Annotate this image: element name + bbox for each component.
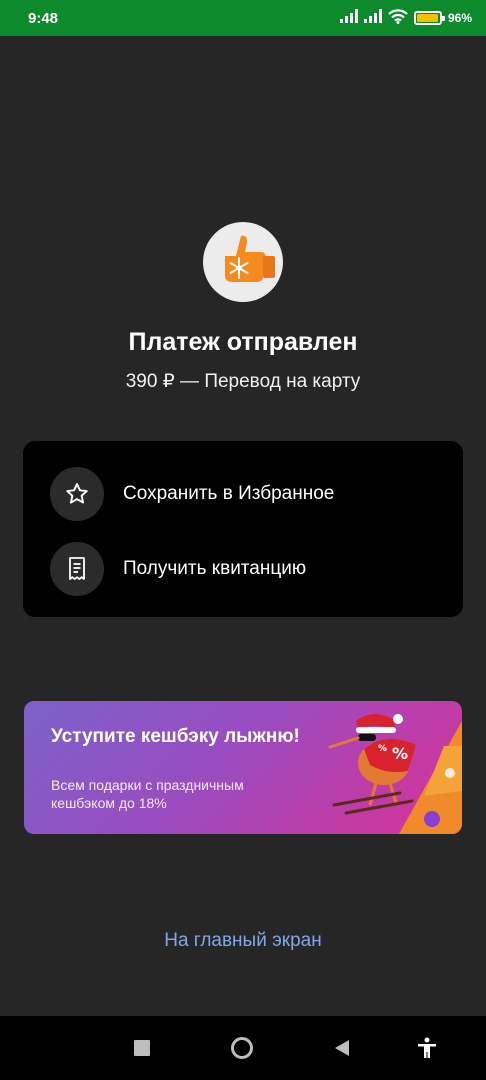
star-icon xyxy=(50,467,104,521)
promo-banner[interactable]: Уступите кешбэку лыжню! Всем подарки с п… xyxy=(24,701,462,834)
battery-percent-sign: % xyxy=(461,11,472,25)
thumbs-up-mitten-icon xyxy=(203,222,283,302)
back-triangle-icon[interactable] xyxy=(330,1036,354,1060)
page-title: Платеж отправлен xyxy=(128,328,358,356)
recents-square-icon[interactable] xyxy=(130,1036,154,1060)
home-circle-icon[interactable] xyxy=(230,1036,254,1060)
status-icons: 96% xyxy=(339,8,472,28)
skiing-bird-illustration: % % xyxy=(328,714,462,834)
battery-icon xyxy=(413,11,445,25)
accessibility-icon[interactable] xyxy=(415,1036,439,1060)
system-navigation-bar xyxy=(0,1016,486,1080)
wifi-icon xyxy=(388,8,408,28)
get-receipt-label: Получить квитанцию xyxy=(123,558,307,579)
save-to-favorites-button[interactable]: Сохранить в Избранное xyxy=(50,467,450,521)
battery-percent: 96 xyxy=(447,11,462,25)
status-bar: 9:48 96% xyxy=(0,0,486,36)
receipt-icon xyxy=(50,542,104,596)
signal-icon xyxy=(363,9,382,27)
save-to-favorites-label: Сохранить в Избранное xyxy=(123,483,335,504)
payment-summary: 390 ₽ — Перевод на карту xyxy=(125,371,361,392)
promo-title: Уступите кешбэку лыжню! xyxy=(51,726,300,747)
svg-text:%: % xyxy=(392,744,408,763)
get-receipt-button[interactable]: Получить квитанцию xyxy=(50,542,450,596)
signal-icon xyxy=(339,9,358,27)
status-time: 9:48 xyxy=(28,9,59,27)
home-screen-link[interactable]: На главный экран xyxy=(0,930,486,952)
promo-text: Всем подарки с праздничным кешбэком до 1… xyxy=(51,777,244,811)
svg-text:%: % xyxy=(378,744,387,754)
actions-card: Сохранить в Избранное Получить квитанцию xyxy=(23,441,463,617)
